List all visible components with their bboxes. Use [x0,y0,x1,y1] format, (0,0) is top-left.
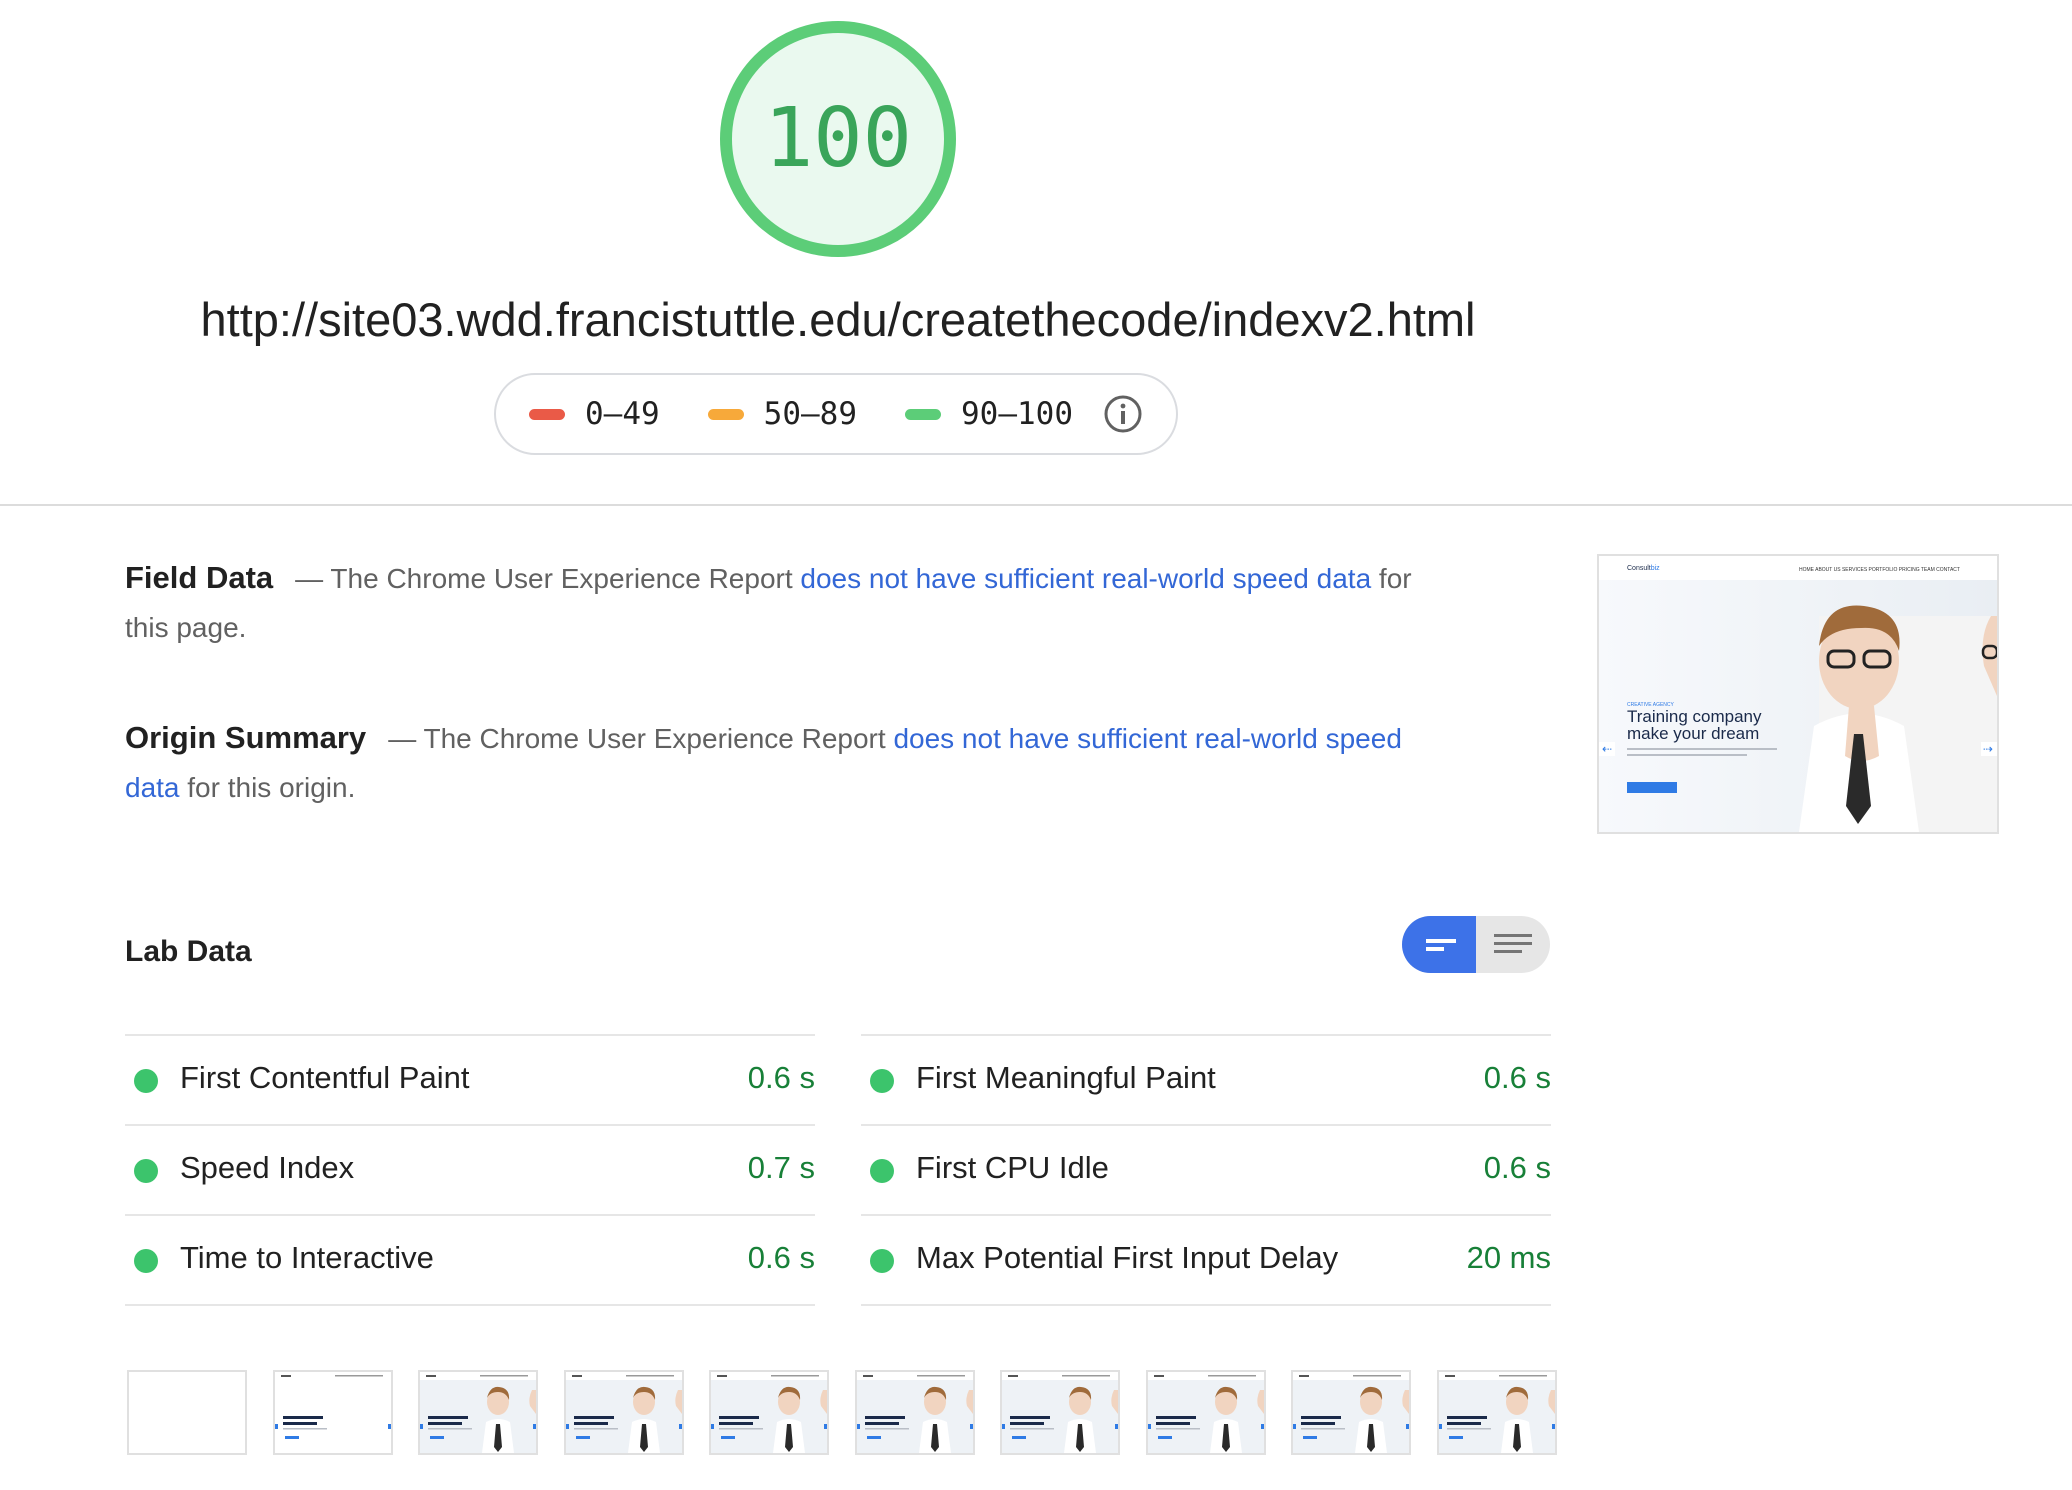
origin-summary-heading: Origin Summary [125,720,367,755]
legend-average-range: 50–89 [763,396,857,432]
performance-score: 100 [763,91,913,186]
metric-row: First Contentful Paint 0.6 s [125,1034,815,1123]
section-divider [0,504,2072,506]
field-data-heading: Field Data [125,560,274,595]
filmstrip-frame [273,1370,393,1455]
metric-label: Time to Interactive [180,1240,434,1275]
filmstrip-frame [418,1370,538,1455]
metric-row: First CPU Idle 0.6 s [861,1124,1551,1213]
metric-value: 0.6 s [1483,1150,1551,1185]
svg-text:⇢: ⇢ [1983,742,1993,756]
metric-value: 0.7 s [747,1150,815,1185]
metric-value: 0.6 s [747,1060,815,1095]
field-data-link[interactable]: does not have sufficient real-world spee… [800,563,1371,594]
pass-dot-icon [134,1249,158,1273]
legend-item-pass: 90–100 [905,396,1073,432]
metric-row: First Meaningful Paint 0.6 s [861,1034,1551,1123]
svg-text:Consultbiz: Consultbiz [1627,565,1660,572]
pass-dot-icon [870,1069,894,1093]
filmstrip-frame [127,1370,247,1455]
legend-item-fail: 0–49 [529,396,660,432]
field-data-text: — The Chrome User Experience Report [295,563,793,594]
pass-dot-icon [870,1249,894,1273]
score-legend: 0–49 50–89 90–100 [494,373,1178,455]
filmstrip-frame [855,1370,975,1455]
lab-data-heading: Lab Data [125,935,252,968]
filmstrip-frame [1000,1370,1120,1455]
toggle-list-view[interactable] [1476,916,1550,973]
legend-pass-range: 90–100 [961,396,1073,432]
metric-row: Time to Interactive 0.6 s [125,1214,815,1303]
legend-item-average: 50–89 [707,396,857,432]
metric-value: 20 ms [1466,1240,1551,1275]
metrics-view-toggle[interactable] [1402,916,1550,973]
metric-value: 0.6 s [747,1240,815,1275]
origin-summary-suffix: for this origin. [187,772,356,803]
legend-fail-swatch [529,408,566,420]
metric-label: Speed Index [180,1150,355,1185]
metrics-divider [125,1304,815,1306]
metric-value: 0.6 s [1483,1060,1551,1095]
short-lines-icon [1426,939,1456,951]
long-lines-icon [1494,934,1532,953]
legend-average-swatch [707,408,744,420]
filmstrip-frame [1437,1370,1557,1455]
pass-dot-icon [134,1069,158,1093]
toggle-bars-view[interactable] [1402,916,1476,973]
metric-label: Max Potential First Input Delay [916,1240,1339,1275]
final-screenshot: Consultbiz HOME ABOUT US SERVICES PORTFO… [1597,554,1999,834]
legend-pass-swatch [905,408,941,420]
svg-text:make your dream: make your dream [1627,724,1759,743]
pass-dot-icon [134,1159,158,1183]
svg-text:⇠: ⇠ [1602,742,1612,756]
metric-label: First Contentful Paint [180,1060,470,1095]
final-screenshot-image: Consultbiz HOME ABOUT US SERVICES PORTFO… [1599,556,1997,832]
metric-row: Max Potential First Input Delay 20 ms [861,1214,1551,1303]
field-data-section: Field Data — The Chrome User Experience R… [125,553,1435,652]
pass-dot-icon [870,1159,894,1183]
info-icon[interactable] [1103,394,1143,434]
filmstrip-frame [1291,1370,1411,1455]
tested-url: http://site03.wdd.francistuttle.edu/crea… [200,293,1476,346]
filmstrip-frame [564,1370,684,1455]
legend-fail-range: 0–49 [585,396,660,432]
metric-label: First CPU Idle [916,1150,1109,1185]
metric-row: Speed Index 0.7 s [125,1124,815,1213]
filmstrip-frame [709,1370,829,1455]
svg-text:HOME ABOUT US SERVICES PORT: HOME ABOUT US SERVICES PORTFOLIO PRICING… [1799,567,1960,573]
filmstrip-frame [1146,1370,1266,1455]
metric-label: First Meaningful Paint [916,1060,1216,1095]
origin-summary-text: — The Chrome User Experience Report [388,723,886,754]
origin-summary-section: Origin Summary — The Chrome User Experien… [125,713,1435,812]
metrics-divider [861,1304,1551,1306]
